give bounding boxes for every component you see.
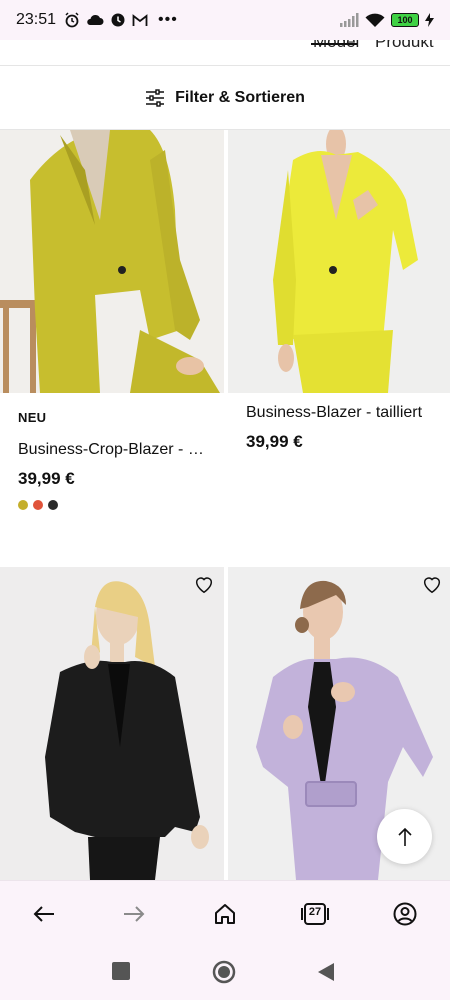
scroll-to-top-button[interactable]: [377, 809, 432, 864]
browser-bottom-nav: 27: [0, 880, 450, 948]
product-price: 39,99 €: [246, 432, 303, 451]
home-circle-icon[interactable]: [212, 960, 236, 984]
back-arrow-icon: [33, 906, 54, 922]
active-tab-indicator: [311, 43, 357, 45]
cloud-icon: [87, 14, 104, 25]
charging-icon: [425, 13, 434, 27]
recents-square-icon[interactable]: [112, 962, 130, 980]
swatch-red[interactable]: [33, 500, 43, 510]
tabs-button[interactable]: 27: [300, 899, 330, 929]
arrow-up-icon: [397, 827, 412, 846]
product-info-2[interactable]: Business-Blazer - tailliert 39,99 €: [246, 404, 441, 452]
status-bar: 23:51 ••• 100: [0, 0, 450, 40]
product-image-3[interactable]: [0, 567, 224, 880]
product-image-1[interactable]: [0, 130, 224, 393]
tab-count: 27: [308, 906, 322, 918]
product-info-1[interactable]: NEU Business-Crop-Blazer - Re… 39,99 €: [18, 410, 213, 515]
gmail-icon: [132, 13, 148, 26]
more-dots-icon: •••: [158, 11, 178, 28]
back-triangle-icon[interactable]: [317, 962, 335, 982]
signal-icon: [340, 13, 359, 27]
account-button[interactable]: [390, 899, 420, 929]
product-image-2[interactable]: [228, 130, 450, 393]
status-time: 23:51: [16, 11, 57, 28]
color-swatches: [18, 497, 213, 515]
status-system-icons: 100: [339, 13, 434, 28]
filter-sort-button[interactable]: Filter & Sortieren: [0, 66, 450, 130]
sliders-icon: [146, 88, 165, 107]
product-name[interactable]: Business-Crop-Blazer - Re…: [18, 441, 213, 459]
back-button[interactable]: [29, 899, 59, 929]
battery-icon: 100: [391, 13, 419, 27]
system-nav-bar: [0, 948, 450, 1000]
product-price: 39,99 €: [18, 469, 75, 488]
filter-label: Filter & Sortieren: [175, 88, 305, 106]
wishlist-heart-icon[interactable]: [193, 573, 215, 595]
view-tabs: Model Produkt: [0, 40, 450, 66]
new-badge: NEU: [18, 410, 47, 425]
forward-button[interactable]: [119, 899, 149, 929]
swatch-olive[interactable]: [18, 500, 28, 510]
wifi-icon: [365, 13, 385, 27]
tab-produkt[interactable]: Produkt: [375, 40, 434, 52]
product-name[interactable]: Business-Blazer - tailliert: [246, 404, 441, 422]
home-button[interactable]: [210, 899, 240, 929]
swatch-black[interactable]: [48, 500, 58, 510]
alarm-icon: [65, 12, 79, 28]
clock-icon: [111, 13, 125, 27]
forward-arrow-icon: [124, 906, 145, 922]
home-icon: [215, 904, 235, 924]
account-icon: [393, 902, 417, 926]
status-notification-icons: •••: [64, 11, 178, 29]
wishlist-heart-icon[interactable]: [421, 573, 443, 595]
tab-model[interactable]: Model: [313, 40, 359, 52]
